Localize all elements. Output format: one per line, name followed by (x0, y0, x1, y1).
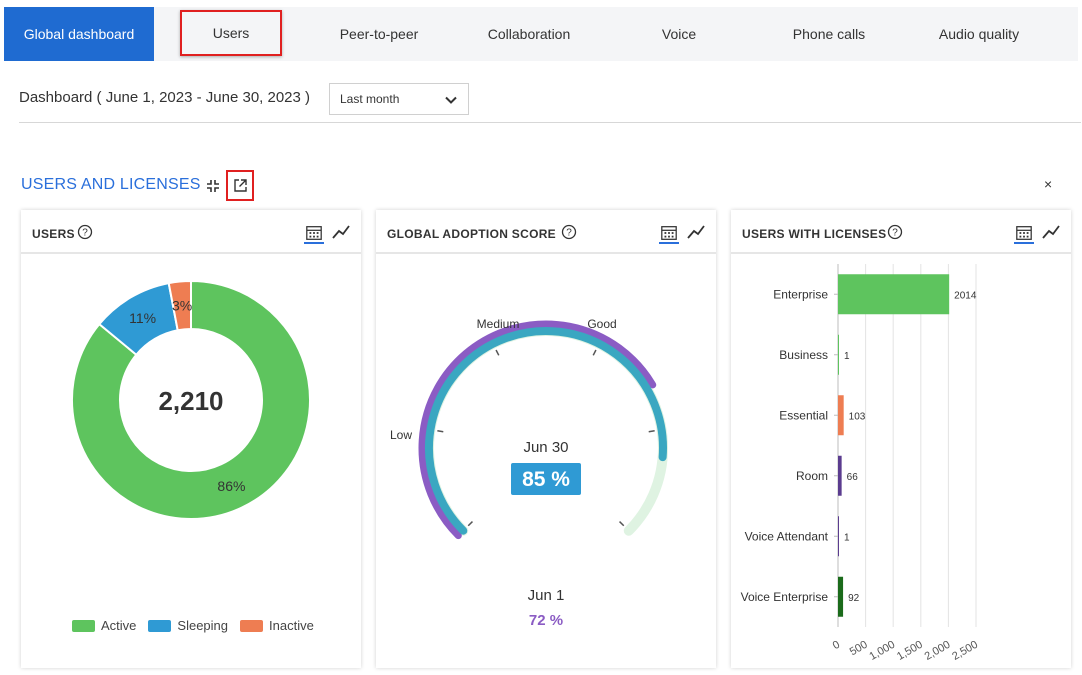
trend-line-icon[interactable] (686, 223, 706, 241)
date-range-value: Last month (340, 92, 400, 106)
users-legend: Active Sleeping Inactive (72, 618, 314, 633)
svg-text:?: ? (566, 228, 572, 239)
y-category-label-4: Voice Attendant (745, 529, 829, 543)
y-category-label-5: Voice Enterprise (741, 590, 829, 604)
y-category-label-0: Enterprise (773, 287, 828, 301)
adoption-gauge: Low Medium Good Jun 30 85 % Jun 1 72 % (390, 317, 668, 629)
help-icon[interactable]: ? (561, 224, 577, 240)
donut-label-inactive: 3% (172, 297, 192, 313)
calendar-icon[interactable] (1014, 224, 1034, 244)
adoption-score-card: GLOBAL ADOPTION SCORE ? Low Medium Good Jun… (376, 210, 716, 668)
trend-line-icon[interactable] (331, 223, 351, 241)
donut-label-active: 86% (217, 478, 245, 494)
tab-users[interactable]: Users (180, 10, 282, 56)
chevron-down-icon (445, 96, 457, 104)
tab-phone-calls[interactable]: Phone calls (754, 7, 904, 61)
calendar-icon[interactable] (659, 224, 679, 244)
donut-label-sleeping: 11% (129, 310, 156, 326)
help-icon[interactable]: ? (887, 224, 903, 240)
gauge-current-score: 85 % (522, 468, 570, 491)
bar-value-label-1: 1 (844, 351, 850, 362)
popout-button[interactable] (226, 170, 254, 201)
collapse-icon[interactable] (205, 178, 221, 194)
legend-label-inactive: Inactive (269, 618, 314, 633)
licenses-card: USERS WITH LICENSES ? 0 500 1,000 1,500 2,00… (731, 210, 1071, 668)
bar-voice-enterprise (838, 576, 844, 617)
gauge-current-date: Jun 30 (523, 439, 568, 456)
legend-swatch-inactive (240, 619, 264, 632)
bar-value-label-5: 92 (848, 593, 860, 604)
section-title: USERS AND LICENSES (21, 176, 201, 193)
x-tick-label-1: 500 (848, 639, 870, 659)
y-category-label-3: Room (796, 469, 828, 483)
x-tick-label-0: 0 (831, 639, 842, 652)
adoption-card-title: GLOBAL ADOPTION SCORE (387, 227, 556, 241)
gauge-tick-1 (437, 430, 444, 433)
bar-business (838, 334, 839, 375)
dashboard-tabbar: Global dashboard Users Peer-to-peer Coll… (4, 7, 1078, 61)
gauge-tick-0 (467, 521, 473, 527)
gauge-tick-2 (495, 349, 500, 356)
gauge-arc-current (425, 327, 667, 535)
legend-swatch-active (72, 619, 95, 632)
users-card-header: USERS ? (21, 210, 361, 254)
users-card-title: USERS (32, 227, 75, 241)
bar-room (838, 455, 842, 496)
bar-value-label-4: 1 (844, 532, 850, 543)
x-tick-label-2: 1,000 (867, 639, 897, 663)
users-total: 2,210 (158, 386, 223, 416)
users-card: USERS ? 86% 11% 3% 2,210 Active Sleeping In… (21, 210, 361, 668)
tab-voice[interactable]: Voice (604, 7, 754, 61)
bar-value-label-2: 103 (849, 411, 866, 422)
adoption-card-header: GLOBAL ADOPTION SCORE ? (376, 210, 716, 254)
gauge-previous-score: 72 % (529, 612, 563, 629)
calendar-icon[interactable] (304, 224, 324, 244)
y-category-label-1: Business (779, 348, 828, 362)
dashboard-title: Dashboard ( June 1, 2023 - June 30, 2023… (19, 89, 311, 106)
gauge-label-good: Good (587, 317, 616, 331)
bar-value-label-0: 2014 (954, 290, 977, 301)
gauge-label-medium: Medium (477, 317, 520, 331)
svg-text:?: ? (892, 228, 898, 239)
bar-essential (838, 395, 844, 436)
help-icon[interactable]: ? (77, 224, 93, 240)
gauge-previous-date: Jun 1 (528, 587, 565, 604)
legend-label-sleeping: Sleeping (177, 618, 229, 633)
licenses-card-title: USERS WITH LICENSES (742, 227, 887, 241)
header-divider (19, 122, 1081, 123)
x-tick-label-3: 1,500 (895, 639, 925, 663)
tab-peer-to-peer[interactable]: Peer-to-peer (304, 7, 454, 61)
gauge-tick-3 (592, 349, 597, 356)
date-range-select[interactable]: Last month (329, 83, 469, 115)
users-donut-chart: 86% 11% 3% 2,210 (71, 279, 311, 520)
gauge-tick-5 (619, 521, 625, 527)
close-section-button[interactable]: × (1044, 176, 1052, 192)
bar-value-label-3: 66 (847, 472, 859, 483)
tab-collaboration[interactable]: Collaboration (454, 7, 604, 61)
licenses-bar-chart: 0 5001,0001,5002,0002,500 Enterprise 2014 Bu… (741, 264, 980, 663)
legend-label-active: Active (101, 618, 137, 633)
x-tick-label-5: 2,500 (950, 639, 980, 663)
svg-text:?: ? (82, 228, 88, 239)
gauge-tick-4 (648, 430, 655, 433)
trend-line-icon[interactable] (1041, 223, 1061, 241)
y-category-label-2: Essential (779, 408, 828, 422)
gauge-label-low: Low (390, 428, 412, 442)
x-tick-label-4: 2,000 (923, 639, 953, 663)
external-link-icon (233, 179, 247, 192)
legend-swatch-sleeping (148, 619, 172, 632)
tab-global-dashboard[interactable]: Global dashboard (4, 7, 154, 61)
tab-audio-quality[interactable]: Audio quality (904, 7, 1054, 61)
licenses-card-header: USERS WITH LICENSES ? (731, 210, 1071, 254)
bar-voice-attendant (838, 516, 839, 557)
bar-enterprise (838, 274, 950, 315)
